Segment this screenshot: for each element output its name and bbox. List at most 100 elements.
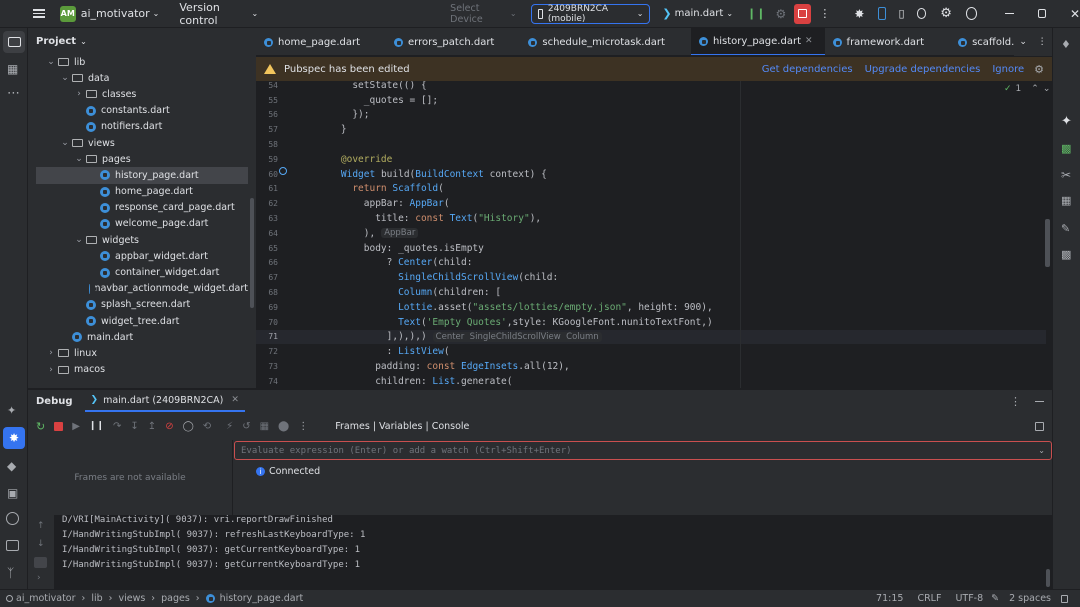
terminal-prompt-icon[interactable]: › [37, 573, 41, 583]
scissors-icon[interactable]: ✂ [1061, 168, 1071, 182]
chevron-down-icon[interactable]: ⌄ [1043, 84, 1051, 94]
chevron-down-icon[interactable]: ⌄ [1019, 37, 1027, 47]
device-mirroring-icon[interactable]: ▩ [1061, 142, 1071, 155]
devtools-icon[interactable]: ▦ [260, 421, 269, 432]
tree-item[interactable]: main.dart [36, 329, 248, 345]
gemini-icon[interactable]: ✦ [1061, 114, 1072, 129]
stop-icon[interactable] [54, 421, 64, 431]
line-separator[interactable]: CRLF [917, 593, 941, 604]
tree-item[interactable]: welcome_page.dart [36, 216, 248, 232]
record-icon[interactable]: ⬤ [278, 421, 289, 432]
lock-icon[interactable] [1061, 594, 1068, 603]
breadcrumb-item[interactable]: lib [91, 593, 102, 604]
notifications-bell-icon[interactable]: ♦ [1061, 38, 1071, 51]
project-tool-button[interactable] [3, 31, 25, 53]
chevron-right-icon[interactable]: › [74, 89, 84, 99]
tree-item[interactable]: splash_screen.dart [36, 297, 248, 313]
console-output[interactable]: ↑ ↓ › D/VRI[MainActivity]( 9037): vri.re… [28, 515, 1052, 589]
ignore-link[interactable]: Ignore [992, 64, 1024, 75]
device-manager-icon[interactable] [878, 7, 887, 20]
tree-item[interactable]: response_card_page.dart [36, 200, 248, 216]
settings-gear-icon[interactable]: ⚙ [940, 6, 952, 21]
tree-item[interactable]: navbar_actionmode_widget.dart [36, 281, 248, 297]
editor-tab[interactable]: schedule_microtask.dart [520, 28, 691, 55]
tree-item[interactable]: history_page.dart [36, 167, 248, 184]
tree-item[interactable]: notifiers.dart [36, 119, 248, 135]
tree-item[interactable]: › classes [36, 86, 248, 102]
inspection-widget[interactable]: ✓ 1 ⌃ ⌄ [1004, 84, 1050, 94]
gem-icon[interactable]: ◆ [7, 459, 16, 473]
terminal-icon[interactable] [6, 540, 19, 551]
debug-tabs-label[interactable]: Frames | Variables | Console [335, 421, 469, 432]
close-tab-icon[interactable]: ✕ [805, 36, 813, 46]
breadcrumb-item[interactable]: ai_motivator [16, 593, 76, 604]
mute-breakpoints-icon[interactable]: ⊘ [165, 421, 173, 432]
hamburger-menu-icon[interactable] [32, 9, 46, 18]
editor-scrollbar[interactable] [1045, 219, 1050, 267]
chevron-up-icon[interactable]: ⌃ [1031, 84, 1039, 94]
console-scrollbar[interactable] [1046, 569, 1050, 587]
chevron-right-icon[interactable]: › [46, 365, 56, 375]
more-horizontal-icon[interactable]: ⋯ [7, 86, 20, 101]
project-panel-header[interactable]: Project ⌄ [28, 28, 256, 54]
editor-tab[interactable]: history_page.dart ✕ [690, 28, 825, 55]
edit-icon[interactable]: ✎ [991, 593, 999, 604]
device-selector[interactable]: 2409BRN2CA (mobile) ⌄ [530, 3, 651, 24]
chevron-down-icon[interactable]: ⌄ [46, 57, 56, 67]
tree-item[interactable]: ⌄ views [36, 135, 248, 151]
hot-reload-icon[interactable]: ⚡ [226, 421, 233, 432]
select-device-label[interactable]: Select Device [450, 3, 506, 25]
override-gutter-icon[interactable] [279, 167, 287, 175]
more-vertical-icon[interactable]: ⋮ [1010, 395, 1021, 408]
flutter-inspector-icon[interactable]: ✦ [7, 404, 16, 417]
view-breakpoints-icon[interactable]: ◯ [183, 421, 194, 432]
debug-tool-button[interactable]: ✸ [3, 427, 25, 449]
step-out-icon[interactable]: ↥ [148, 421, 156, 432]
chevron-down-icon[interactable]: ⌄ [1038, 446, 1045, 455]
bug-icon[interactable]: ✸ [854, 7, 864, 21]
project-selector[interactable]: AM ai_motivator ⌄ [59, 5, 159, 22]
minimize-panel-icon[interactable] [1035, 400, 1044, 402]
step-over-icon[interactable]: ↷ [113, 421, 121, 432]
tree-item[interactable]: ⌄ data [36, 70, 248, 86]
breadcrumb-item[interactable]: history_page.dart [220, 593, 304, 604]
debug-session-tab[interactable]: ❯ main.dart (2409BRN2CA) ✕ [84, 390, 245, 412]
chevron-down-icon[interactable]: ⌄ [60, 73, 70, 83]
frames-divider[interactable] [232, 440, 233, 516]
breadcrumb-item[interactable]: views [118, 593, 145, 604]
breadcrumb-item[interactable]: pages [161, 593, 190, 604]
tree-item[interactable]: widget_tree.dart [36, 313, 248, 329]
resume-icon[interactable]: ▶ [72, 421, 80, 432]
debug-bug-icon[interactable]: ⚙ [775, 7, 786, 21]
editor-tab[interactable]: home_page.dart [256, 28, 386, 55]
evaluate-expression-input[interactable]: Evaluate expression (Enter) or add a wat… [241, 446, 572, 456]
git-icon[interactable]: ᛉ [7, 566, 14, 580]
cursor-position[interactable]: 71:15 [876, 593, 903, 604]
tabs-overflow[interactable]: ⌄ ⋮ [1014, 28, 1052, 56]
tree-item[interactable]: › macos [36, 362, 248, 378]
app-inspection-icon[interactable]: ▣ [7, 486, 18, 500]
layout-icon[interactable] [1035, 421, 1044, 431]
tree-item[interactable]: appbar_widget.dart [36, 248, 248, 264]
step-into-icon[interactable]: ↧ [130, 421, 138, 432]
indent-setting[interactable]: 2 spaces [1009, 593, 1051, 604]
more-vertical-icon[interactable]: ⋮ [819, 7, 830, 20]
tree-item[interactable]: ⌄ lib [36, 54, 248, 70]
maximize-icon[interactable] [1037, 9, 1046, 18]
editor-tab[interactable]: errors_patch.dart [386, 28, 520, 55]
tree-item[interactable]: home_page.dart [36, 184, 248, 200]
close-icon[interactable]: ✕ [231, 395, 239, 405]
run-config-selector[interactable]: ❯ main.dart ⌄ [662, 7, 733, 20]
evaluate-expression-box[interactable]: Evaluate expression (Enter) or add a wat… [234, 441, 1052, 460]
grid-icon[interactable]: ▦ [1061, 194, 1071, 207]
settings-gear-icon[interactable]: ⚙ [1034, 63, 1044, 76]
chevron-down-icon[interactable]: ⌄ [60, 138, 70, 148]
search-icon[interactable] [916, 8, 927, 19]
tree-item[interactable]: › linux [36, 345, 248, 361]
device-explorer-icon[interactable]: ▩ [1061, 248, 1071, 261]
chevron-down-icon[interactable]: ⌄ [74, 154, 84, 164]
upgrade-dependencies-link[interactable]: Upgrade dependencies [865, 64, 981, 75]
restart-icon[interactable]: ⟲ [203, 421, 211, 432]
pencil-icon[interactable]: ✎ [1061, 222, 1070, 235]
tree-item[interactable]: constants.dart [36, 103, 248, 119]
